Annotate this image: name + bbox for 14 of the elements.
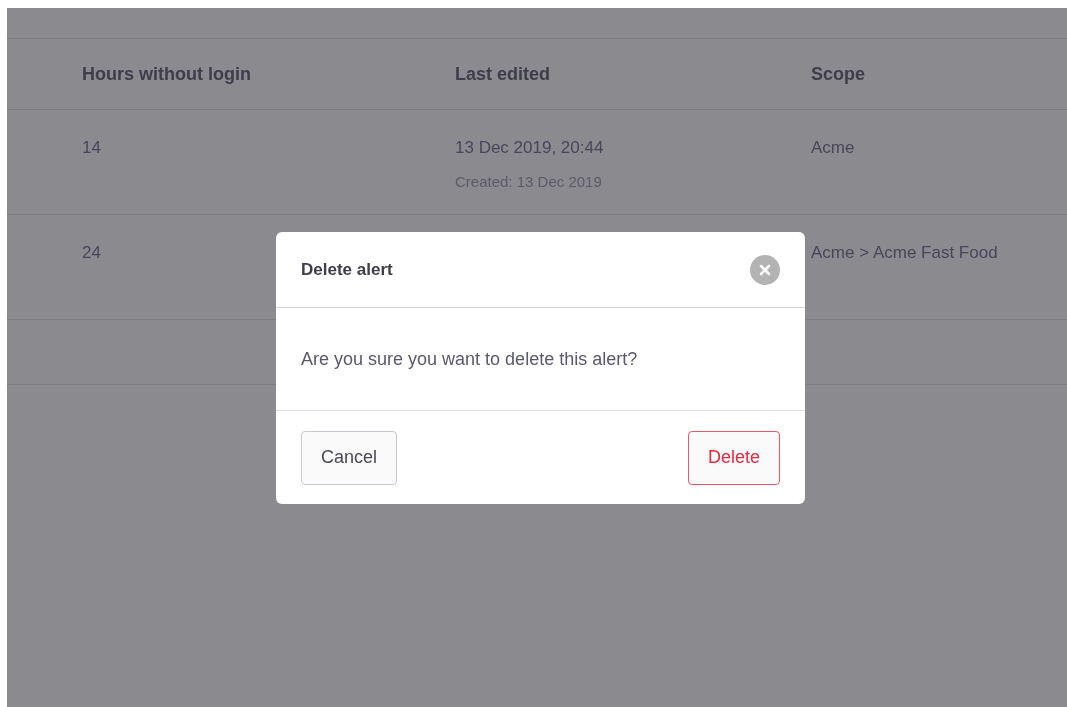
table-cell-text: 24 [82,242,102,264]
table-cell-text: Acme [811,137,856,159]
dialog-title: Delete alert [301,258,393,281]
column-header: Hours without login [82,62,252,86]
delete-button[interactable]: Delete [687,430,780,485]
cancel-button[interactable]: Cancel [301,430,398,485]
table-cell-text: 13 Dec 2019, 20:44 [455,137,605,159]
column-header: Last edited [455,62,552,86]
column-header: Scope [811,62,867,86]
close-button[interactable] [750,254,780,285]
dialog-message: Are you sure you want to delete this alert? [301,347,638,371]
close-icon [759,263,771,276]
table-cell-text: Acme > Acme Fast Food [811,242,999,264]
table-cell-text: 14 [82,137,102,159]
